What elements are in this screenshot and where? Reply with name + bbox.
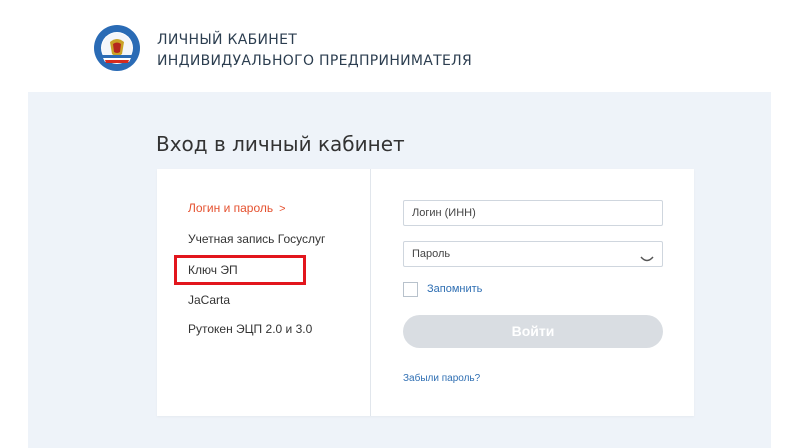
method-label: Рутокен ЭЦП 2.0 и 3.0 [188, 322, 313, 336]
remember-checkbox[interactable] [403, 282, 418, 297]
method-rutoken[interactable]: Рутокен ЭЦП 2.0 и 3.0 [188, 322, 312, 336]
chevron-right-icon: > [279, 203, 286, 215]
header-title-line1: ЛИЧНЫЙ КАБИНЕТ [157, 32, 298, 48]
fns-emblem-icon[interactable] [93, 24, 141, 72]
highlight-box [174, 255, 306, 285]
login-field[interactable] [403, 200, 663, 226]
method-label: Логин и пароль [188, 201, 274, 215]
login-card: Логин и пароль > Учетная запись Госуслуг … [157, 169, 694, 416]
method-label: Учетная запись Госуслуг [188, 232, 326, 246]
method-login-password[interactable]: Логин и пароль > [188, 201, 286, 215]
eye-closed-icon[interactable] [640, 249, 654, 262]
method-label: JaCarta [188, 293, 231, 307]
method-jacarta[interactable]: JaCarta [188, 293, 230, 307]
site-header: ЛИЧНЫЙ КАБИНЕТ ИНДИВИДУАЛЬНОГО ПРЕДПРИНИ… [0, 0, 800, 92]
remember-label[interactable]: Запомнить [427, 283, 482, 295]
login-button[interactable]: Войти [403, 315, 663, 348]
method-gosuslugi[interactable]: Учетная запись Госуслуг [188, 232, 325, 246]
forgot-password-link[interactable]: Забыли пароль? [403, 373, 480, 384]
login-input[interactable] [412, 201, 632, 225]
page-title: Вход в личный кабинет [156, 132, 405, 156]
header-title-line2: ИНДИВИДУАЛЬНОГО ПРЕДПРИНИМАТЕЛЯ [157, 53, 473, 69]
login-methods-list: Логин и пароль > Учетная запись Госуслуг … [157, 169, 371, 416]
password-input[interactable] [412, 242, 632, 266]
password-field[interactable] [403, 241, 663, 267]
header-title: ЛИЧНЫЙ КАБИНЕТ ИНДИВИДУАЛЬНОГО ПРЕДПРИНИ… [157, 30, 472, 72]
